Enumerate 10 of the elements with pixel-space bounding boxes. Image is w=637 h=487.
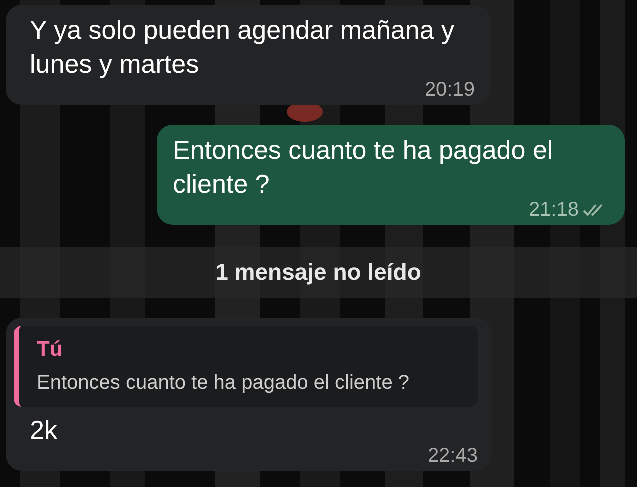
quote-author: Tú <box>37 338 64 362</box>
message-time: 22:43 <box>428 447 478 465</box>
message-text: Entonces cuanto te ha pagado el cliente ? <box>173 134 554 201</box>
quote-text: Entonces cuanto te ha pagado el cliente ? <box>37 372 410 395</box>
message-time: 20:19 <box>424 81 475 99</box>
quoted-message[interactable]: Tú Entonces cuanto te ha pagado el cliente ? <box>14 326 478 407</box>
message-time: 21:18 <box>528 201 579 219</box>
message-text: Y ya solo pueden agendar mañana y lunes y martes <box>30 14 456 81</box>
message-text: 2k <box>29 414 58 447</box>
unread-label: 1 mensaje no leído <box>216 259 422 286</box>
